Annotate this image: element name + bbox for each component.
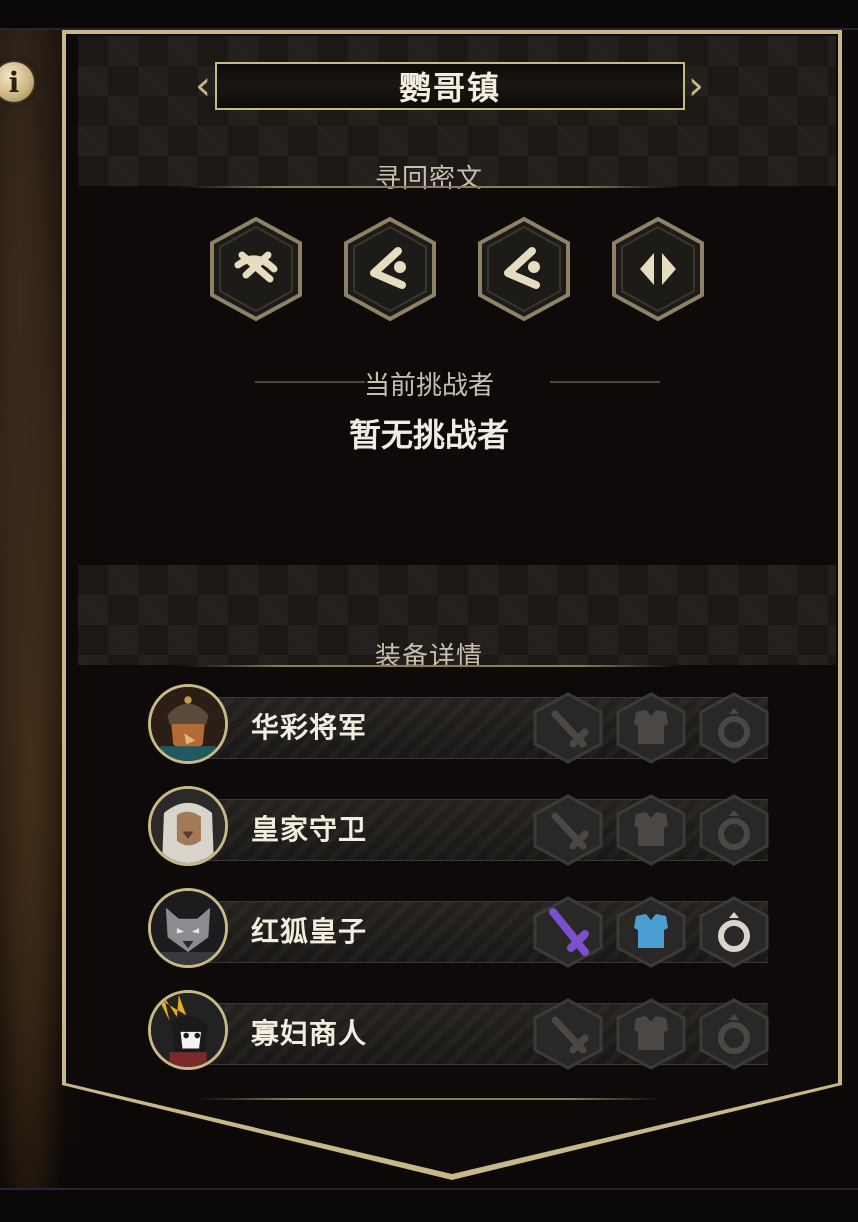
divider [180,665,680,667]
character-row[interactable]: 红狐皇子 [148,888,773,972]
chevron-right-icon: › [688,63,704,109]
top-frame [0,0,858,30]
ring-slot-icon[interactable] [699,692,769,764]
sword-slot-icon[interactable] [533,692,603,764]
royal-guard-avatar [148,786,228,866]
sword-slot-icon[interactable] [533,896,603,968]
character-row[interactable]: 皇家守卫 [148,786,773,870]
rune-4-icon [610,215,706,323]
challenger-value: 暂无挑战者 [348,416,509,454]
divider [180,186,680,188]
title-plate: 鹦哥镇 [215,62,685,110]
character-name: 红狐皇子 [251,915,368,948]
fox-prince-avatar [148,888,228,968]
bottom-frame [0,1188,858,1222]
equipment-section-label: 装备详情 [374,642,483,672]
challenger-label: 当前挑战者 [363,371,494,401]
character-row[interactable]: 寡妇商人 [148,990,773,1074]
character-row[interactable]: 华彩将军 [148,684,773,768]
divider [200,1098,660,1100]
armor-slot-icon[interactable] [616,896,686,968]
runes-section-label: 寻回密文 [374,164,483,194]
ring-slot-icon[interactable] [699,998,769,1070]
armor-slot-icon[interactable] [616,794,686,866]
armor-slot-icon[interactable] [616,692,686,764]
rune-1-icon [208,215,304,323]
sword-slot-icon[interactable] [533,794,603,866]
town-title: 鹦哥镇 [398,69,501,107]
ring-slot-icon[interactable] [699,794,769,866]
character-name: 寡妇商人 [251,1017,368,1050]
rune-2-icon [342,215,438,323]
ring-slot-icon[interactable] [699,896,769,968]
info-icon: i [8,65,20,99]
character-name: 华彩将军 [251,711,368,744]
armor-slot-icon[interactable] [616,998,686,1070]
character-name: 皇家守卫 [251,813,368,846]
sword-slot-icon[interactable] [533,998,603,1070]
widow-merchant-avatar [148,990,228,1070]
chevron-left-icon: ‹ [195,63,211,109]
rune-3-icon [476,215,572,323]
general-avatar [148,684,228,764]
